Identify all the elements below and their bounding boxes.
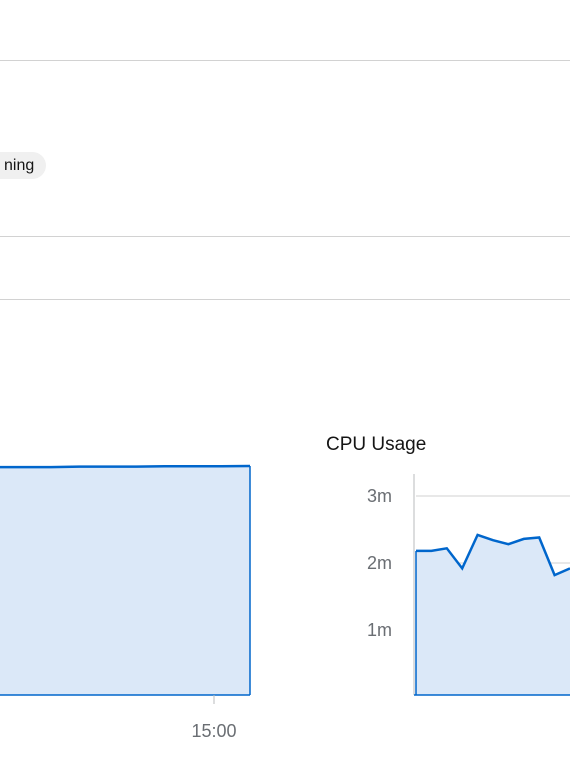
cpu-usage-chart: 3m 2m 1m — [367, 474, 570, 696]
memory-series-area — [0, 466, 250, 695]
cpu-chart-y-tick-label-1m: 1m — [367, 620, 392, 640]
metrics-charts: 15:00 3m 2m 1m — [0, 464, 570, 741]
cpu-chart-y-tick-label-3m: 3m — [367, 486, 392, 506]
cpu-usage-chart-title: CPU Usage — [326, 434, 427, 455]
memory-usage-chart: 15:00 — [0, 464, 251, 741]
cpu-chart-y-tick-label-2m: 2m — [367, 553, 392, 573]
memory-chart-x-tick-label: 15:00 — [191, 721, 236, 741]
memory-series-line — [0, 464, 251, 469]
pod-details-page: ning 15:00 3m 2m 1m CPU Usage — [0, 0, 570, 776]
